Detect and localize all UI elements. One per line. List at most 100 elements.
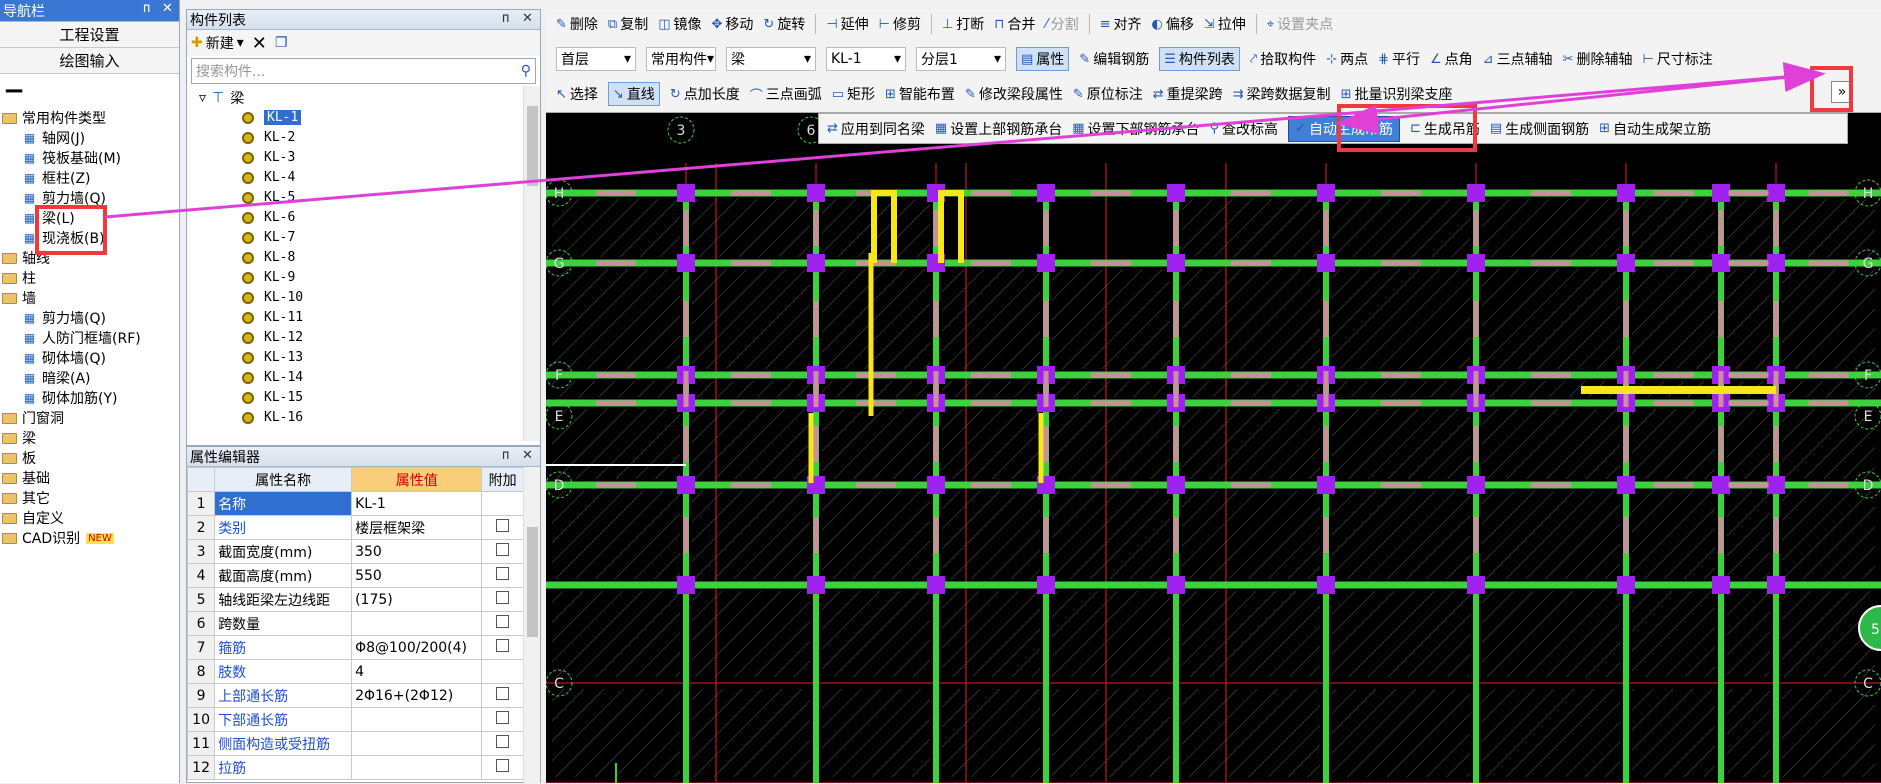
beam-tool-button[interactable]: ⊞ 自动生成架立筋 xyxy=(1599,119,1711,139)
beam-tool-button[interactable]: ⚲ 查改标高 xyxy=(1210,119,1279,139)
toolbar-button[interactable]: ⊓ 合并 xyxy=(994,14,1035,34)
component-item[interactable]: KL-1 xyxy=(242,108,302,127)
nav-tree-item[interactable]: 基础 xyxy=(0,468,179,488)
extra-checkbox[interactable] xyxy=(496,591,510,604)
nav-tree-item[interactable]: ▦ 剪力墙(Q) xyxy=(0,308,179,328)
toolbar-button[interactable]: ✎ 原位标注 xyxy=(1073,84,1143,104)
toolbar-button[interactable]: ⧉ 复制 xyxy=(608,14,648,34)
property-value[interactable] xyxy=(351,611,483,636)
property-scrollbar[interactable] xyxy=(523,467,540,784)
toolbar-button[interactable]: ⁄ 分割 xyxy=(1045,14,1078,34)
toolbar-button[interactable]: ▭ 矩形 xyxy=(832,84,875,104)
property-row[interactable]: 1 名称 KL-1 xyxy=(186,491,524,516)
toolbar-button[interactable]: ⊞ 智能布置 xyxy=(885,84,955,104)
nav-tree-item[interactable]: 墙 xyxy=(0,288,179,308)
property-value[interactable] xyxy=(351,755,483,780)
component-item[interactable]: KL-16 xyxy=(242,408,303,427)
toolbar-button[interactable]: ∠ 点角 xyxy=(1430,49,1473,69)
nav-tree-item[interactable]: 柱 xyxy=(0,268,179,288)
extra-checkbox[interactable] xyxy=(496,711,510,724)
beam-tool-button[interactable]: ▦ 设置下部钢筋承台 xyxy=(1072,119,1199,139)
beam-tool-button[interactable]: ⇄ 应用到同名梁 xyxy=(827,119,925,139)
toolbar-button[interactable]: ≡ 对齐 xyxy=(1100,14,1142,34)
property-row[interactable]: 3 截面宽度(mm) 350 xyxy=(186,539,524,564)
delete-icon[interactable]: ✕ xyxy=(252,33,267,54)
property-value[interactable]: (175) xyxy=(351,587,483,612)
property-value[interactable] xyxy=(351,731,483,756)
toolbar-button[interactable]: ✥ 移动 xyxy=(712,14,754,34)
level-dropdown[interactable]: 常用构件 ▾ xyxy=(646,47,716,71)
toolbar-button[interactable]: ☰ 构件列表 xyxy=(1159,47,1240,71)
pin-icon[interactable]: ᴨ xyxy=(502,11,509,26)
toolbar-button[interactable]: ⤤ 拾取构件 xyxy=(1250,49,1316,69)
component-search-input[interactable]: 搜索构件... ⚲ xyxy=(191,58,536,84)
pin-icon[interactable]: ᴨ xyxy=(502,448,509,463)
beam-tool-button[interactable]: ▤ 生成侧面钢筋 xyxy=(1490,119,1589,139)
component-item[interactable]: KL-9 xyxy=(242,268,295,287)
component-item[interactable]: KL-11 xyxy=(242,308,303,327)
property-row[interactable]: 7 箍筋 Φ8@100/200(4) xyxy=(186,635,524,660)
level-dropdown[interactable]: KL-1 ▾ xyxy=(826,47,906,71)
toolbar-button[interactable]: ⊣ 延伸 xyxy=(826,14,868,34)
drawing-area[interactable]: 3 6 H G F E D C H G F E D C 5 xyxy=(546,113,1881,783)
toolbar-button[interactable]: ↖ 选择 xyxy=(556,84,598,104)
component-item[interactable]: KL-14 xyxy=(242,368,303,387)
scrollbar-thumb[interactable] xyxy=(527,106,538,186)
nav-tree-item[interactable]: ▦ 暗梁(A) xyxy=(0,368,179,388)
toolbar-button[interactable]: ⊹ 两点 xyxy=(1326,49,1368,69)
toolbar-button[interactable]: ⊢ 修剪 xyxy=(879,14,921,34)
toolbar-button[interactable]: ⊿ 三点辅轴 xyxy=(1483,49,1553,69)
nav-tree-item[interactable]: ▦ 筏板基础(M) xyxy=(0,148,179,168)
toolbar-button[interactable]: ◐ 偏移 xyxy=(1152,14,1194,34)
toolbar-button[interactable]: ↻ 旋转 xyxy=(763,14,805,34)
toolbar-button[interactable]: ⇄ 重提梁跨 xyxy=(1153,84,1223,104)
close-icon[interactable]: ✕ xyxy=(522,448,533,463)
nav-tree-item[interactable]: ▦ 轴网(J) xyxy=(0,128,179,148)
beam-tool-button[interactable]: ▦ 设置上部钢筋承台 xyxy=(935,119,1062,139)
component-item[interactable]: KL-8 xyxy=(242,248,295,267)
component-scrollbar[interactable] xyxy=(523,86,540,441)
property-value[interactable]: KL-1 xyxy=(351,491,483,516)
pin-icon[interactable]: ᴨ xyxy=(143,1,150,16)
component-item[interactable]: KL-2 xyxy=(242,128,295,147)
toolbar-button[interactable]: ↘ 直线 xyxy=(607,82,660,106)
component-item[interactable]: KL-10 xyxy=(242,288,303,307)
toolbar-button[interactable]: ✎ 修改梁段属性 xyxy=(965,84,1063,104)
component-item[interactable]: KL-3 xyxy=(242,148,295,167)
close-icon[interactable]: ✕ xyxy=(162,1,173,16)
toolbar-button[interactable]: ✎ 编辑钢筋 xyxy=(1079,49,1149,69)
level-dropdown[interactable]: 首层 ▾ xyxy=(556,47,636,71)
extra-checkbox[interactable] xyxy=(496,615,510,628)
toolbar-button[interactable]: ⊥ 打断 xyxy=(942,14,984,34)
scrollbar-thumb[interactable] xyxy=(527,527,538,637)
property-row[interactable]: 10 下部通长筋 xyxy=(186,707,524,732)
component-item[interactable]: KL-5 xyxy=(242,188,295,207)
extra-checkbox[interactable] xyxy=(496,759,510,772)
property-value[interactable]: 4 xyxy=(351,659,483,684)
component-item[interactable]: KL-7 xyxy=(242,228,295,247)
beam-root-node[interactable]: ▿ ⊤ 梁 xyxy=(199,88,244,107)
toolbar-button[interactable]: ⊞ 批量识别梁支座 xyxy=(1341,84,1453,104)
toolbar-button[interactable]: ↻ 点加长度 xyxy=(670,84,740,104)
toolbar-button[interactable]: ⌖ 设置夹点 xyxy=(1267,14,1333,34)
close-icon[interactable]: ✕ xyxy=(522,11,533,26)
extra-checkbox[interactable] xyxy=(496,519,510,532)
component-item[interactable]: KL-4 xyxy=(242,168,295,187)
property-value[interactable] xyxy=(351,707,483,732)
level-dropdown[interactable]: 梁 ▾ xyxy=(726,47,816,71)
toolbar-button[interactable]: ✎ 删除 xyxy=(556,14,598,34)
toolbar-button[interactable]: ◫ 镜像 xyxy=(658,14,701,34)
toolbar-button[interactable]: ⌒ 三点画弧 xyxy=(750,84,822,104)
toolbar-button[interactable]: ▤ 属性 xyxy=(1016,47,1070,71)
nav-tree-item[interactable]: 其它 xyxy=(0,488,179,508)
nav-tree-item[interactable]: 板 xyxy=(0,448,179,468)
component-item[interactable]: KL-6 xyxy=(242,208,295,227)
property-row[interactable]: 9 上部通长筋 2Φ16+(2Φ12) xyxy=(186,683,524,708)
nav-tree-item[interactable]: ▦ 砌体加筋(Y) xyxy=(0,388,179,408)
property-value[interactable]: 350 xyxy=(351,539,483,564)
property-value[interactable]: 550 xyxy=(351,563,483,588)
component-item[interactable]: KL-15 xyxy=(242,388,303,407)
component-item[interactable]: KL-12 xyxy=(242,328,303,347)
nav-tree-item[interactable]: 梁 xyxy=(0,428,179,448)
extra-checkbox[interactable] xyxy=(496,735,510,748)
